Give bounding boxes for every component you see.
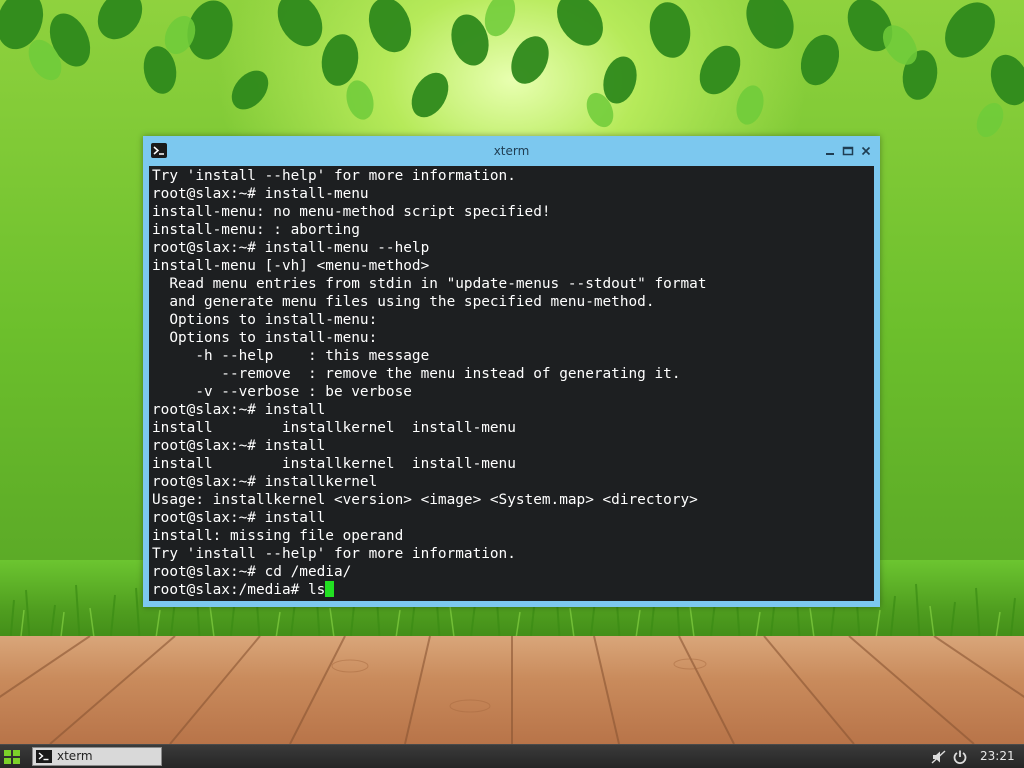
terminal-line: root@slax:~# install [152, 438, 326, 454]
terminal-line: Options to install-menu: [152, 312, 378, 328]
clock[interactable]: 23:21 [980, 745, 1015, 768]
terminal-icon [36, 750, 52, 763]
volume-button[interactable] [931, 749, 947, 765]
terminal-line: Usage: installkernel <version> <image> <… [152, 492, 698, 508]
taskbar-item-label: xterm [57, 749, 93, 763]
maximize-button[interactable] [841, 144, 855, 158]
power-icon [953, 750, 967, 764]
terminal-line: and generate menu files using the specif… [152, 294, 655, 310]
taskbar: xterm 23:21 [0, 744, 1024, 768]
minimize-button[interactable] [823, 144, 837, 158]
volume-muted-icon [931, 750, 946, 764]
terminal-line: --remove : remove the menu instead of ge… [152, 366, 681, 382]
terminal-line: install-menu: : aborting [152, 222, 360, 238]
terminal-line: Try 'install --help' for more informatio… [152, 546, 516, 562]
taskbar-item-xterm[interactable]: xterm [32, 747, 162, 766]
terminal-line: -v --verbose : be verbose [152, 384, 412, 400]
terminal-line: root@slax:~# install-menu --help [152, 240, 430, 256]
power-button[interactable] [952, 749, 968, 765]
maximize-icon [842, 146, 854, 156]
terminal-line: root@slax:~# install-menu [152, 186, 369, 202]
close-button[interactable] [859, 144, 873, 158]
wooden-deck-decoration [0, 636, 1024, 744]
terminal-line: root@slax:~# install [152, 402, 326, 418]
leaves-decoration [0, 0, 1024, 138]
terminal-line: install-menu [-vh] <menu-method> [152, 258, 430, 274]
terminal-line: root@slax:~# cd /media/ [152, 564, 352, 580]
terminal-line: install installkernel install-menu [152, 456, 516, 472]
terminal-line: Try 'install --help' for more informatio… [152, 168, 516, 184]
terminal-line: Read menu entries from stdin in "update-… [152, 276, 707, 292]
terminal-line: -h --help : this message [152, 348, 430, 364]
terminal-lines: Try 'install --help' for more informatio… [152, 167, 707, 599]
text-cursor [325, 581, 335, 597]
close-icon [861, 146, 871, 156]
terminal-output[interactable]: Try 'install --help' for more informatio… [149, 166, 874, 601]
terminal-line: root@slax:~# installkernel [152, 474, 378, 490]
terminal-line: root@slax:~# install [152, 510, 326, 526]
window-titlebar[interactable]: xterm [143, 136, 880, 166]
terminal-line: Options to install-menu: [152, 330, 378, 346]
xterm-window[interactable]: xterm Try 'install --help' for more info… [143, 136, 880, 607]
start-menu-button[interactable] [3, 749, 21, 765]
window-title: xterm [493, 144, 530, 158]
terminal-prompt-line[interactable]: root@slax:/media# ls [152, 581, 707, 599]
terminal-line: install: missing file operand [152, 528, 404, 544]
minimize-icon [826, 153, 834, 155]
terminal-prompt: root@slax:/media# [152, 582, 308, 598]
terminal-line: install installkernel install-menu [152, 420, 516, 436]
terminal-line: install-menu: no menu-method script spec… [152, 204, 551, 220]
terminal-input[interactable]: ls [308, 582, 325, 598]
app-grid-icon [4, 750, 20, 764]
